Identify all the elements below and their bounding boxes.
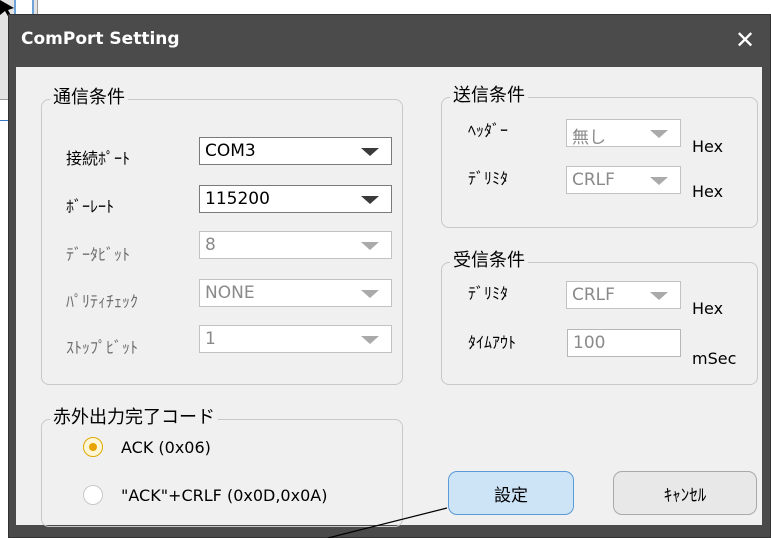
receive-delim-label: ﾃﾞﾘﾐﾀ <box>468 284 509 303</box>
chevron-down-icon <box>361 336 379 344</box>
parity-label: ﾊﾟﾘﾃｨﾁｪｯｸ <box>66 292 139 311</box>
send-delim-unit: Hex <box>692 182 724 201</box>
send-header-value: 無し <box>572 128 606 148</box>
dialog-body: 通信条件 接続ﾎﾟｰﾄ COM3 ﾎﾞｰﾚｰﾄ 115200 ﾃﾞｰﾀﾋﾞｯﾄ … <box>16 67 762 527</box>
chevron-down-icon <box>650 292 668 300</box>
databits-select[interactable]: 8 <box>199 231 392 259</box>
ir-option-ack[interactable]: ACK (0x06) <box>83 437 211 457</box>
ir-option-ack-crlf[interactable]: "ACK"+CRLF (0x0D,0x0A) <box>83 485 327 505</box>
comport-setting-dialog: ComPort Setting ✕ 通信条件 接続ﾎﾟｰﾄ COM3 ﾎﾞｰﾚｰ… <box>8 14 771 538</box>
close-icon: ✕ <box>734 26 756 54</box>
receive-settings-title: 受信条件 <box>450 250 528 272</box>
close-button[interactable]: ✕ <box>728 23 762 57</box>
receive-delim-value: CRLF <box>572 285 615 305</box>
ir-option-ack-label: ACK (0x06) <box>121 437 211 457</box>
send-header-unit: Hex <box>692 137 724 156</box>
comm-settings-title: 通信条件 <box>50 87 128 109</box>
receive-delim-select[interactable]: CRLF <box>566 281 681 309</box>
send-header-select[interactable]: 無し <box>566 119 681 148</box>
ir-code-group: 赤外出力完了コード <box>41 407 403 527</box>
chevron-down-icon <box>361 242 379 250</box>
radio-selected-icon <box>83 437 103 457</box>
baudrate-select[interactable]: 115200 <box>199 185 392 213</box>
databits-label: ﾃﾞｰﾀﾋﾞｯﾄ <box>66 245 131 264</box>
cancel-button[interactable]: ｷｬﾝｾﾙ <box>613 471 757 515</box>
stopbits-value: 1 <box>205 329 216 349</box>
chevron-down-icon <box>361 148 379 156</box>
baudrate-value: 115200 <box>205 189 270 209</box>
chevron-down-icon <box>650 130 668 138</box>
port-value: COM3 <box>205 141 256 161</box>
parity-value: NONE <box>205 283 255 303</box>
chevron-down-icon <box>361 196 379 204</box>
radio-unselected-icon <box>83 485 103 505</box>
set-button[interactable]: 設定 <box>448 471 574 515</box>
stopbits-select[interactable]: 1 <box>199 325 392 353</box>
dialog-title: ComPort Setting <box>21 29 180 49</box>
send-settings-title: 送信条件 <box>450 85 528 107</box>
send-delim-label: ﾃﾞﾘﾐﾀ <box>468 169 509 188</box>
send-delim-select[interactable]: CRLF <box>566 166 681 194</box>
timeout-input[interactable]: 100 <box>567 329 681 357</box>
chevron-down-icon <box>650 177 668 185</box>
send-delim-value: CRLF <box>572 170 615 190</box>
baudrate-label: ﾎﾞｰﾚｰﾄ <box>66 197 115 216</box>
receive-delim-unit: Hex <box>692 299 724 318</box>
port-label: 接続ﾎﾟｰﾄ <box>66 149 131 168</box>
ir-option-ack-crlf-label: "ACK"+CRLF (0x0D,0x0A) <box>121 485 328 505</box>
ir-code-title: 赤外出力完了コード <box>50 407 218 429</box>
port-select[interactable]: COM3 <box>199 137 392 165</box>
title-bar: ComPort Setting ✕ <box>9 15 770 67</box>
timeout-label: ﾀｲﾑｱｳﾄ <box>468 333 517 352</box>
parity-select[interactable]: NONE <box>199 279 392 307</box>
send-header-label: ﾍｯﾀﾞｰ <box>468 121 509 140</box>
chevron-down-icon <box>361 290 379 298</box>
timeout-value: 100 <box>573 333 606 353</box>
databits-value: 8 <box>205 235 216 255</box>
stopbits-label: ｽﾄｯﾌﾟﾋﾞｯﾄ <box>66 338 139 357</box>
timeout-unit: mSec <box>692 349 737 368</box>
